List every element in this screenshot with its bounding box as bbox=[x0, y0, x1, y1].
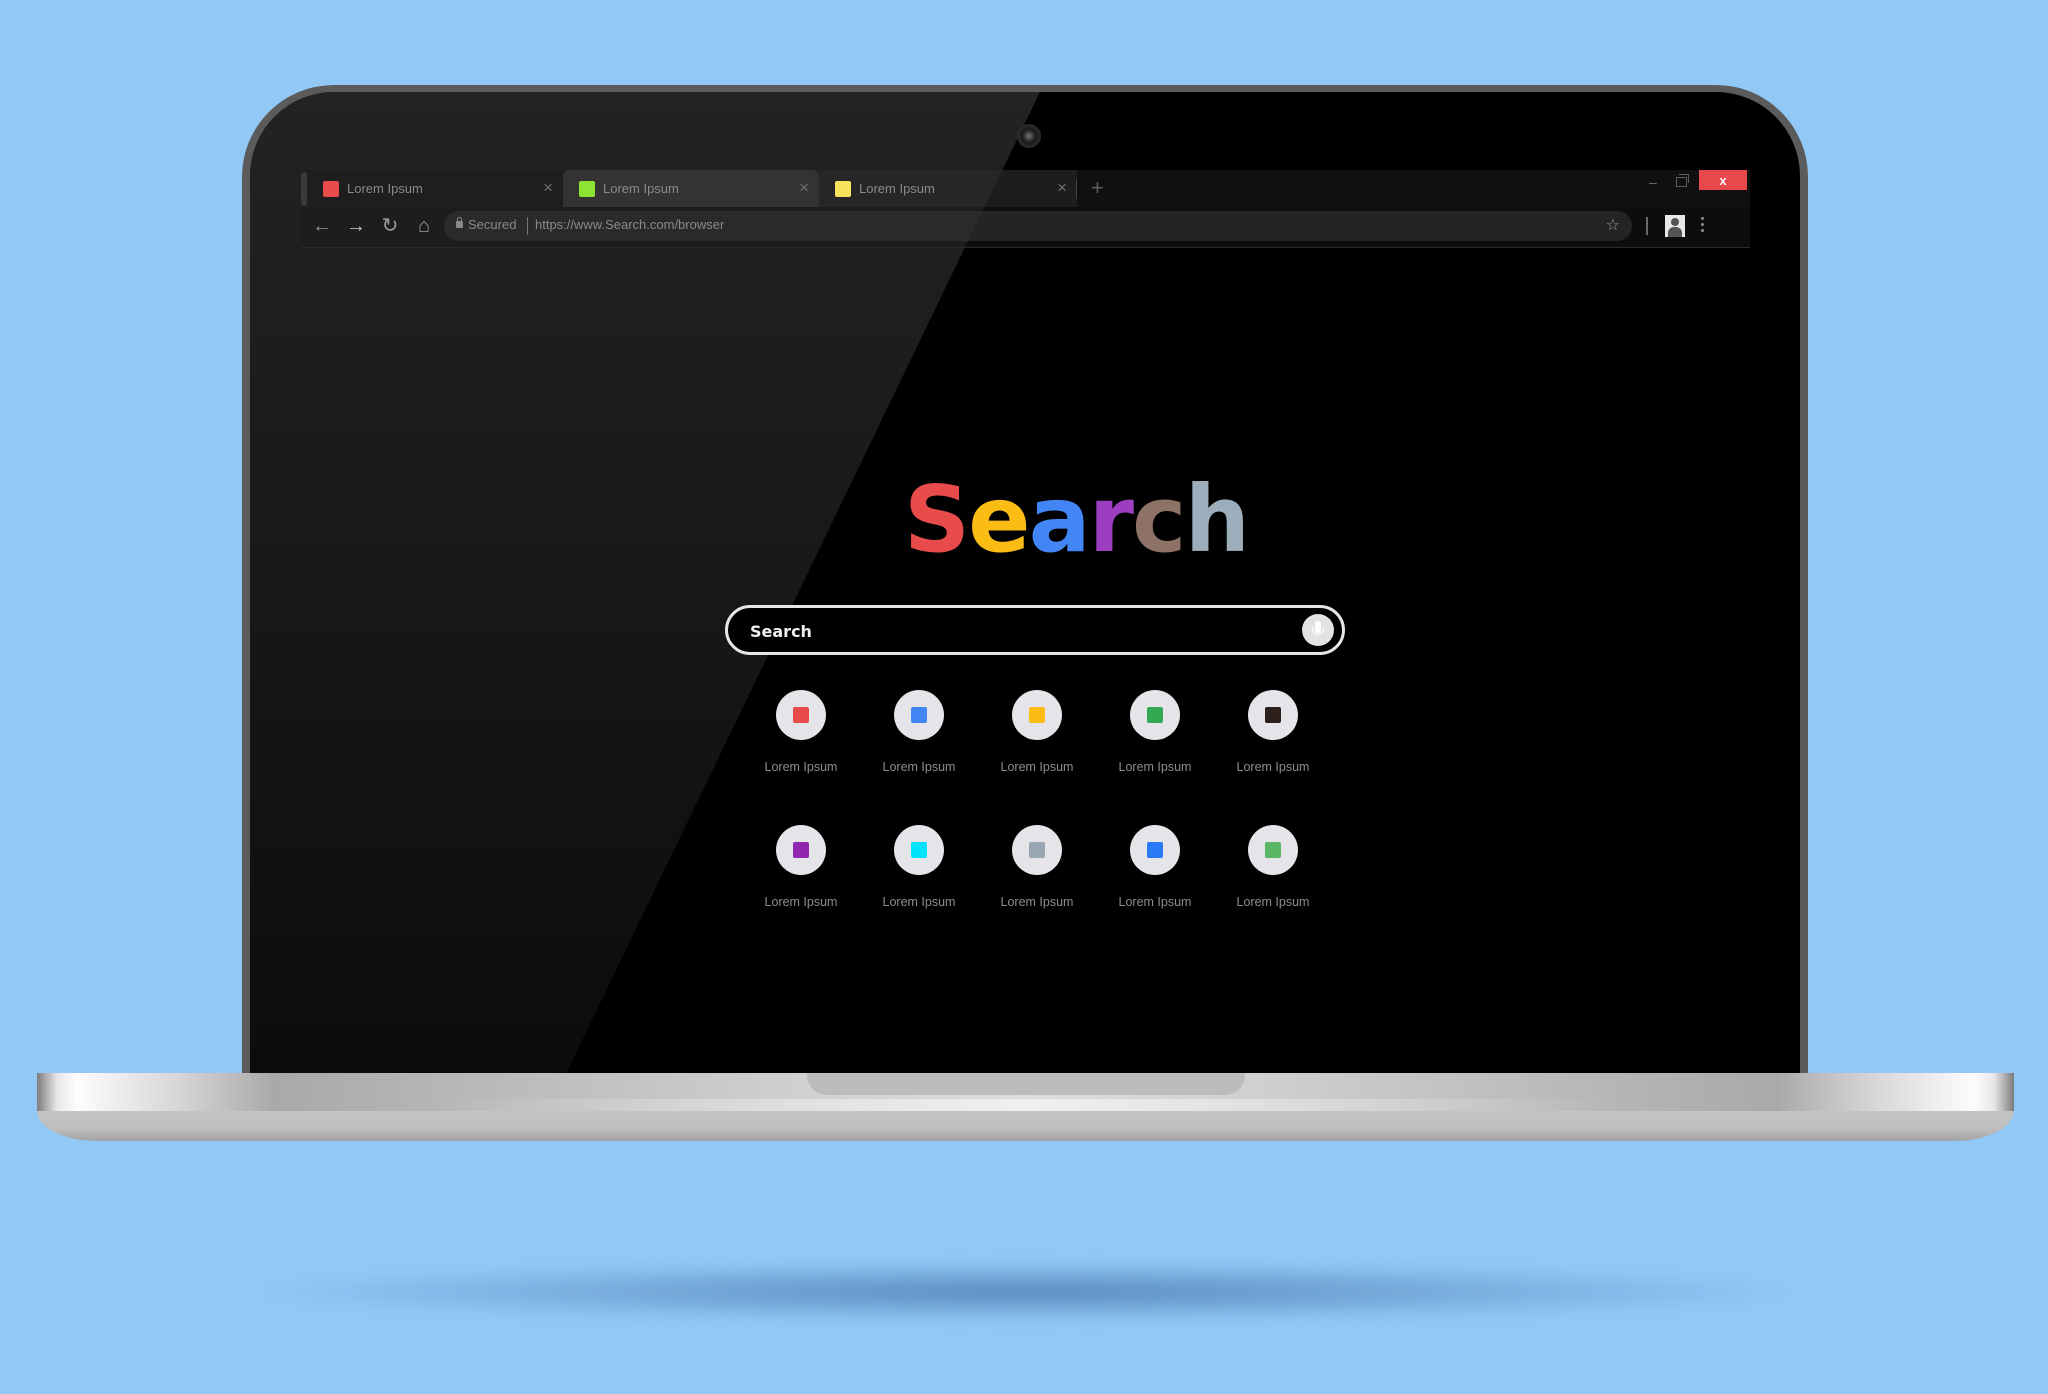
shortcut-circle bbox=[1248, 690, 1298, 740]
shortcut-label: Lorem Ipsum bbox=[1236, 895, 1310, 909]
shortcut-tile[interactable]: Lorem Ipsum bbox=[1110, 690, 1200, 800]
tab-separator bbox=[1076, 179, 1077, 199]
shortcut-icon bbox=[1147, 842, 1163, 858]
shortcut-label: Lorem Ipsum bbox=[764, 895, 838, 909]
browser-window: Lorem Ipsum × Lorem Ipsum × Lorem Ipsum … bbox=[301, 170, 1750, 1070]
avatar-head bbox=[1671, 218, 1679, 226]
bookmark-star-icon[interactable]: ☆ bbox=[1606, 215, 1620, 235]
base-sheen bbox=[37, 1099, 2014, 1111]
tab-label: Lorem Ipsum bbox=[859, 181, 935, 196]
shortcut-icon bbox=[1265, 842, 1281, 858]
laptop-screen: Lorem Ipsum × Lorem Ipsum × Lorem Ipsum … bbox=[250, 92, 1800, 1075]
address-bar[interactable]: Secured https://www.Search.com/browser ☆ bbox=[444, 211, 1632, 241]
shortcut-circle bbox=[1248, 825, 1298, 875]
tab-1[interactable]: Lorem Ipsum × bbox=[307, 170, 563, 207]
microphone-icon bbox=[1312, 621, 1324, 635]
shortcut-label: Lorem Ipsum bbox=[1000, 895, 1074, 909]
tab-3[interactable]: Lorem Ipsum × bbox=[819, 170, 1077, 207]
shortcut-circle bbox=[1012, 690, 1062, 740]
logo-letter: h bbox=[1184, 466, 1250, 573]
profile-avatar-icon[interactable] bbox=[1665, 215, 1685, 237]
shortcut-label: Lorem Ipsum bbox=[882, 895, 956, 909]
shortcut-circle bbox=[894, 825, 944, 875]
restore-button[interactable] bbox=[1676, 174, 1689, 187]
shortcut-label: Lorem Ipsum bbox=[1118, 895, 1192, 909]
shortcut-tile[interactable]: Lorem Ipsum bbox=[756, 825, 846, 935]
shortcut-icon bbox=[793, 707, 809, 723]
logo-letter: S bbox=[903, 466, 970, 573]
url-divider bbox=[527, 217, 528, 235]
shortcut-circle bbox=[1130, 825, 1180, 875]
shortcut-icon bbox=[793, 842, 809, 858]
tab-favicon-icon bbox=[835, 180, 851, 197]
tab-2[interactable]: Lorem Ipsum × bbox=[563, 170, 819, 207]
tab-close-icon[interactable]: × bbox=[1057, 178, 1067, 198]
logo-letter: r bbox=[1088, 466, 1134, 573]
avatar-body bbox=[1668, 227, 1682, 237]
shortcut-tile[interactable]: Lorem Ipsum bbox=[874, 690, 964, 800]
reload-icon[interactable]: ↻ bbox=[379, 215, 401, 237]
shortcut-circle bbox=[776, 825, 826, 875]
search-input[interactable] bbox=[748, 608, 1272, 654]
tab-strip: Lorem Ipsum × Lorem Ipsum × Lorem Ipsum … bbox=[301, 170, 1750, 207]
shortcut-label: Lorem Ipsum bbox=[1118, 760, 1192, 774]
shortcut-icon bbox=[1265, 707, 1281, 723]
shortcut-circle bbox=[1130, 690, 1180, 740]
tab-favicon-icon bbox=[323, 180, 339, 197]
search-logo: Search bbox=[301, 470, 1800, 570]
shortcut-label: Lorem Ipsum bbox=[882, 760, 956, 774]
shortcut-circle bbox=[1012, 825, 1062, 875]
shortcut-tile[interactable]: Lorem Ipsum bbox=[992, 690, 1082, 800]
shortcut-circle bbox=[776, 690, 826, 740]
shortcut-icon bbox=[1029, 707, 1045, 723]
logo-letter: c bbox=[1132, 466, 1187, 573]
shortcut-circle bbox=[894, 690, 944, 740]
tab-label: Lorem Ipsum bbox=[347, 181, 423, 196]
toolbar-separator bbox=[1646, 217, 1648, 235]
shortcut-tile[interactable]: Lorem Ipsum bbox=[756, 690, 846, 800]
laptop-base-top bbox=[37, 1073, 2014, 1111]
logo-letter: a bbox=[1028, 466, 1091, 573]
laptop-lid: Lorem Ipsum × Lorem Ipsum × Lorem Ipsum … bbox=[242, 85, 1808, 1075]
shortcut-tile[interactable]: Lorem Ipsum bbox=[992, 825, 1082, 935]
kebab-menu-icon[interactable] bbox=[1701, 217, 1705, 235]
shortcut-label: Lorem Ipsum bbox=[764, 760, 838, 774]
shortcut-icon bbox=[911, 842, 927, 858]
tab-close-icon[interactable]: × bbox=[799, 178, 809, 198]
forward-arrow-icon[interactable]: → bbox=[345, 215, 367, 237]
shortcut-tile[interactable]: Lorem Ipsum bbox=[874, 825, 964, 935]
shortcut-icon bbox=[1029, 842, 1045, 858]
logo-letter: e bbox=[968, 466, 1030, 573]
shortcut-tile[interactable]: Lorem Ipsum bbox=[1228, 690, 1318, 800]
back-arrow-icon[interactable]: ← bbox=[311, 215, 333, 237]
shortcut-label: Lorem Ipsum bbox=[1000, 760, 1074, 774]
url-text[interactable]: https://www.Search.com/browser bbox=[535, 217, 724, 232]
shortcut-label: Lorem Ipsum bbox=[1236, 760, 1310, 774]
shortcut-tile[interactable]: Lorem Ipsum bbox=[1228, 825, 1318, 935]
security-label: Secured bbox=[468, 217, 517, 232]
tab-label: Lorem Ipsum bbox=[603, 181, 679, 196]
tab-close-icon[interactable]: × bbox=[543, 178, 553, 198]
voice-search-button[interactable] bbox=[1302, 614, 1334, 646]
tab-favicon-icon bbox=[579, 180, 595, 197]
shortcut-tile[interactable]: Lorem Ipsum bbox=[1110, 825, 1200, 935]
minimize-button[interactable]: – bbox=[1649, 174, 1657, 190]
laptop-base-bottom bbox=[37, 1111, 2014, 1141]
close-window-button[interactable]: x bbox=[1699, 170, 1747, 190]
browser-toolbar: ← → ↻ ⌂ Secured https://www.Search.com/b… bbox=[301, 207, 1750, 248]
new-tab-button[interactable]: + bbox=[1091, 175, 1104, 201]
laptop-notch bbox=[807, 1073, 1245, 1095]
lock-icon bbox=[456, 217, 463, 228]
floor-shadow bbox=[260, 1262, 1790, 1322]
camera-icon bbox=[1018, 125, 1040, 147]
search-box bbox=[725, 605, 1345, 655]
shortcut-icon bbox=[911, 707, 927, 723]
home-icon[interactable]: ⌂ bbox=[413, 215, 435, 237]
shortcut-icon bbox=[1147, 707, 1163, 723]
